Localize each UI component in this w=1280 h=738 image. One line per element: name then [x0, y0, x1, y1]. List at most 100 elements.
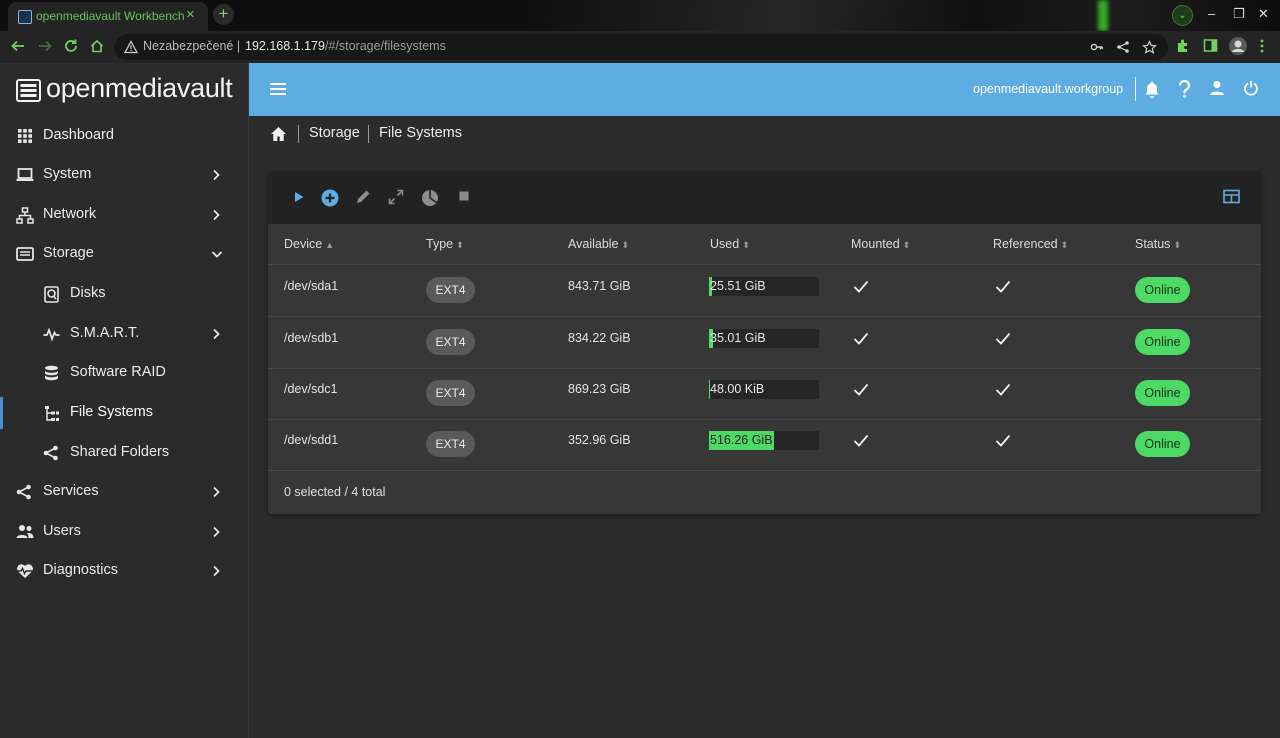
nav-item-file-systems[interactable]: File Systems [0, 393, 248, 433]
notifications-bell-icon[interactable] [1144, 80, 1160, 98]
selection-summary: 0 selected / 4 total [284, 485, 386, 499]
nav-label-storage: Storage [43, 245, 94, 261]
column-header-mounted[interactable]: Mounted ⬍ [851, 237, 910, 251]
used-progress-bar: 516.26 GiB [709, 431, 819, 450]
sidebar: openmediavault Dashboard System Network … [0, 63, 249, 738]
column-header-available[interactable]: Available ⬍ [568, 237, 629, 251]
breadcrumb-storage[interactable]: Storage [309, 125, 360, 141]
table-row[interactable]: /dev/sdc1 EXT4 869.23 GiB 48.00 KiB Onli… [268, 368, 1261, 420]
mounted-check-icon [853, 332, 869, 345]
mount-play-icon[interactable] [292, 189, 306, 205]
browser-toolbar: Nezabezpečené | 192.168.1.179/#/storage/… [0, 31, 1280, 63]
used-value: 35.01 GiB [710, 331, 766, 345]
column-header-referenced[interactable]: Referenced ⬍ [993, 237, 1068, 251]
security-label[interactable]: Nezabezpečené | [143, 39, 240, 53]
quota-pie-icon[interactable] [421, 189, 439, 207]
url-text[interactable]: 192.168.1.179/#/storage/filesystems [245, 39, 446, 53]
power-icon[interactable] [1243, 80, 1259, 96]
create-plus-icon[interactable] [321, 189, 339, 207]
nav-label-smart: S.M.A.R.T. [70, 325, 140, 341]
edit-pencil-icon[interactable] [355, 189, 371, 205]
available-cell: 869.23 GiB [568, 382, 631, 396]
menu-toggle-icon[interactable] [270, 83, 286, 95]
nav-item-software-raid[interactable]: Software RAID [0, 353, 248, 393]
column-header-device[interactable]: Device ▲ [284, 237, 334, 251]
nav-item-shared-folders[interactable]: Shared Folders [0, 433, 248, 473]
home-icon[interactable] [270, 126, 287, 142]
back-arrow-icon[interactable] [10, 38, 26, 54]
status-badge: Online [1135, 380, 1190, 406]
resize-expand-icon[interactable] [388, 189, 404, 205]
tab-search-icon[interactable]: ⌄ [1172, 5, 1193, 26]
nav-item-services[interactable]: Services [0, 472, 248, 512]
profile-avatar-icon[interactable] [1228, 36, 1248, 56]
available-cell: 352.96 GiB [568, 433, 631, 447]
chevron-right-icon [211, 526, 221, 538]
breadcrumb-file-systems: File Systems [379, 125, 462, 141]
tab-strip-accent [1098, 0, 1108, 31]
column-label: Type [426, 237, 454, 251]
available-cell: 843.71 GiB [568, 279, 631, 293]
omv-logo-icon [16, 79, 41, 102]
side-panel-icon[interactable] [1203, 38, 1218, 53]
nav-item-dashboard[interactable]: Dashboard [0, 116, 248, 156]
nav-item-system[interactable]: System [0, 155, 248, 195]
column-label: Referenced [993, 237, 1058, 251]
type-chip: EXT4 [426, 380, 475, 406]
browser-tab[interactable]: openmediavault Workbench × [8, 2, 208, 31]
referenced-check-icon [995, 280, 1011, 293]
warning-icon[interactable] [124, 40, 138, 54]
home-icon[interactable] [89, 38, 105, 54]
filesystem-tree-icon [44, 405, 60, 422]
nav-item-network[interactable]: Network [0, 195, 248, 235]
nav-label-dashboard: Dashboard [43, 127, 114, 143]
heart-pulse-icon [16, 563, 34, 579]
forward-arrow-icon[interactable] [37, 38, 53, 54]
mounted-check-icon [853, 434, 869, 447]
nav-label-software-raid: Software RAID [70, 364, 166, 380]
browser-menu-icon[interactable] [1259, 38, 1265, 54]
table-row[interactable]: /dev/sdb1 EXT4 834.22 GiB 35.01 GiB Onli… [268, 317, 1261, 369]
column-label: Used [710, 237, 740, 251]
nav-item-users[interactable]: Users [0, 512, 248, 552]
column-header-used[interactable]: Used ⬍ [710, 237, 750, 251]
available-cell: 834.22 GiB [568, 331, 631, 345]
user-account-icon[interactable] [1210, 80, 1224, 96]
breadcrumb-separator [298, 125, 299, 143]
minimize-button[interactable]: – [1208, 6, 1215, 21]
device-cell: /dev/sdc1 [284, 382, 338, 396]
device-cell: /dev/sda1 [284, 279, 339, 293]
mounted-check-icon [853, 280, 869, 293]
nav-item-disks[interactable]: Disks [0, 274, 248, 314]
type-chip: EXT4 [426, 277, 475, 303]
nav-item-diagnostics[interactable]: Diagnostics [0, 551, 248, 591]
security-text: Nezabezpečené [143, 39, 234, 53]
column-header-status[interactable]: Status ⬍ [1135, 237, 1181, 251]
bookmark-star-icon[interactable] [1142, 40, 1157, 55]
table-row[interactable]: /dev/sda1 EXT4 843.71 GiB 25.51 GiB Onli… [268, 265, 1261, 317]
address-bar[interactable]: Nezabezpečené | 192.168.1.179/#/storage/… [114, 34, 1168, 60]
new-tab-button[interactable]: + [213, 4, 234, 25]
reload-icon[interactable] [63, 38, 79, 54]
help-icon[interactable] [1178, 80, 1191, 98]
nav-item-smart[interactable]: S.M.A.R.T. [0, 314, 248, 354]
network-icon [16, 207, 34, 224]
table-row[interactable]: /dev/sdd1 EXT4 352.96 GiB 516.26 GiB Onl… [268, 419, 1261, 471]
tab-close-button[interactable]: × [186, 7, 195, 23]
chevron-right-icon [211, 565, 221, 577]
type-chip: EXT4 [426, 431, 475, 457]
column-header-type[interactable]: Type ⬍ [426, 237, 464, 251]
browser-tab-strip: openmediavault Workbench × + ⌄ – ❐ ✕ [0, 0, 1280, 31]
column-toggle-icon[interactable] [1223, 189, 1240, 204]
share-page-icon[interactable] [1116, 40, 1130, 54]
key-icon[interactable] [1090, 40, 1104, 54]
extensions-icon[interactable] [1176, 38, 1191, 53]
maximize-button[interactable]: ❐ [1233, 6, 1245, 22]
laptop-icon [16, 167, 34, 183]
nav-item-storage[interactable]: Storage [0, 234, 248, 274]
unmount-stop-icon[interactable] [457, 189, 471, 203]
chevron-right-icon [211, 486, 221, 498]
chevron-right-icon [211, 209, 221, 221]
close-window-button[interactable]: ✕ [1258, 6, 1269, 22]
used-progress-bar: 48.00 KiB [709, 380, 819, 399]
